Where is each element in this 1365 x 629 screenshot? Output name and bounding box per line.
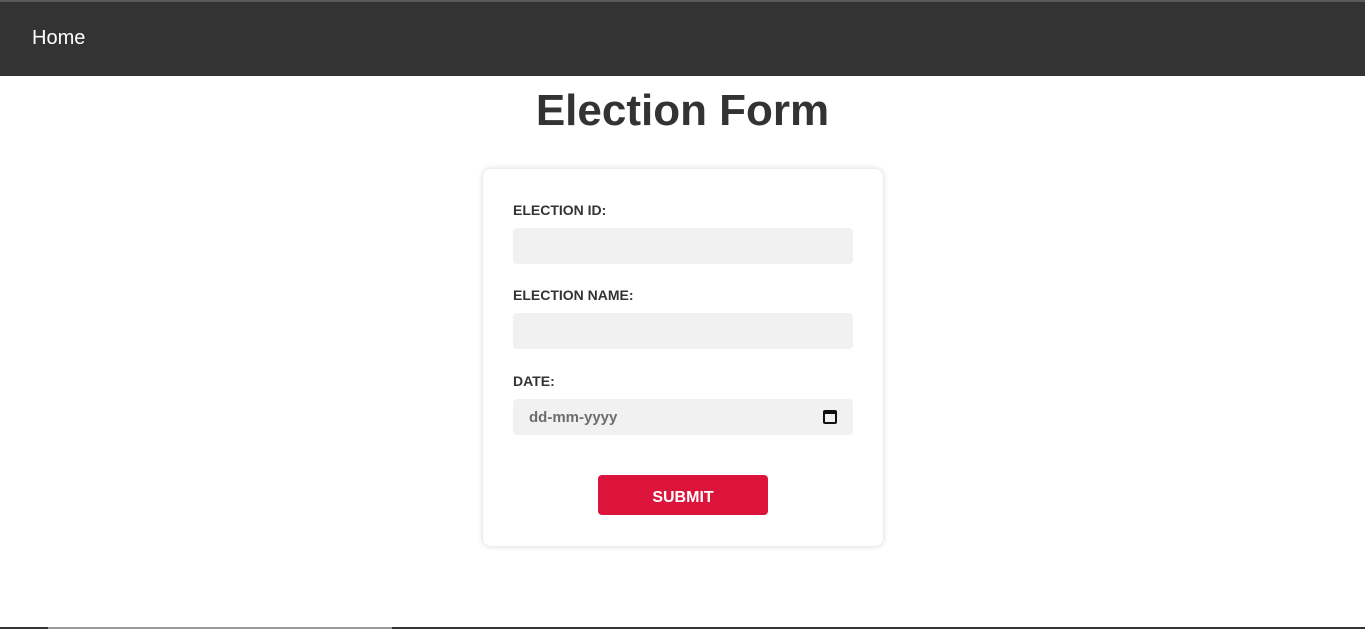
election-name-label: ELECTION NAME: — [513, 287, 634, 303]
date-placeholder: dd-mm-yyyy — [529, 409, 618, 426]
navbar: Home — [0, 2, 1365, 76]
page-title: Election Form — [535, 86, 830, 135]
submit-button[interactable]: SUBMIT — [598, 475, 768, 515]
election-form-card: ELECTION ID: ELECTION NAME: DATE: dd-mm-… — [483, 169, 883, 546]
election-id-input[interactable] — [513, 228, 853, 264]
nav-home-link[interactable]: Home — [32, 27, 85, 50]
date-input[interactable]: dd-mm-yyyy — [513, 399, 853, 435]
date-label: DATE: — [513, 373, 555, 389]
election-name-input[interactable] — [513, 313, 853, 349]
election-id-label: ELECTION ID: — [513, 202, 607, 218]
calendar-icon[interactable] — [823, 410, 837, 424]
